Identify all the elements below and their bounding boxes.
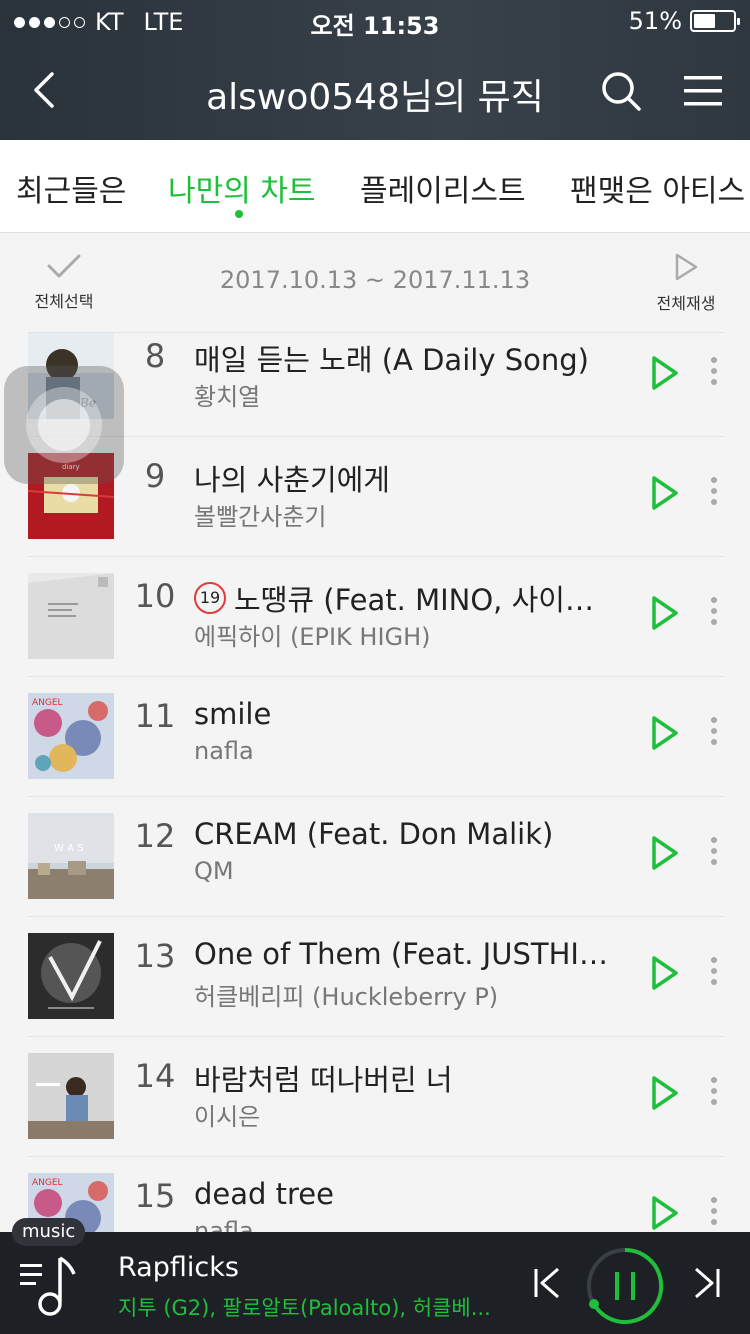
mini-player[interactable]: Rapflicks 지투 (G2), 팔로알토(Paloalto), 허클베..… <box>0 1232 750 1334</box>
more-options-icon[interactable] <box>708 1197 720 1229</box>
pause-button[interactable] <box>585 1246 665 1326</box>
list-item[interactable]: Be 8 매일 듣는 노래 (A Daily Song) 황치열 <box>28 333 724 437</box>
play-all-button[interactable]: 전체재생 <box>646 252 726 314</box>
header: alswo0548님의 뮤직 <box>0 40 750 140</box>
song-title: 19 노땡큐 (Feat. MINO, 사이먼... <box>194 577 614 619</box>
more-options-icon[interactable] <box>708 837 720 869</box>
artist-name: 이시은 <box>194 1103 261 1131</box>
rank-number: 10 <box>134 577 176 615</box>
song-title: 바람처럼 떠나버린 너 <box>194 1063 453 1097</box>
svg-text:ANGEL: ANGEL <box>32 1178 63 1188</box>
hamburger-menu-icon[interactable] <box>684 74 722 108</box>
play-icon[interactable] <box>650 595 680 631</box>
active-tab-indicator <box>235 210 243 218</box>
album-art[interactable]: ANGEL <box>28 693 114 779</box>
rank-number: 14 <box>134 1057 176 1095</box>
status-bar: KT LTE 오전 11:53 51% <box>0 0 750 40</box>
search-icon[interactable] <box>600 70 642 112</box>
music-note-playlist-icon[interactable] <box>18 1252 78 1316</box>
play-icon[interactable] <box>650 835 680 871</box>
rank-number: 11 <box>134 697 176 735</box>
artist-name: QM <box>194 857 234 885</box>
play-icon[interactable] <box>650 475 680 511</box>
artist-name: 에픽하이 (EPIK HIGH) <box>194 623 431 651</box>
song-title: One of Them (Feat. JUSTHIS... <box>194 937 614 971</box>
more-options-icon[interactable] <box>708 717 720 749</box>
play-icon[interactable] <box>650 355 680 391</box>
play-all-label: 전체재생 <box>656 294 716 313</box>
rank-number: 8 <box>144 337 166 375</box>
song-title: smile <box>194 697 272 731</box>
rank-number: 9 <box>144 457 166 495</box>
chart-toolbar: 전체선택 2017.10.13 ~ 2017.11.13 전체재생 <box>0 234 750 332</box>
now-playing-title: Rapflicks <box>118 1252 239 1283</box>
explicit-19-badge: 19 <box>194 582 226 614</box>
song-title: dead tree <box>194 1177 334 1211</box>
tab-my-chart[interactable]: 나만의 차트 <box>168 166 316 210</box>
artist-name: nafla <box>194 1217 254 1232</box>
svg-text:ANGEL: ANGEL <box>32 698 63 708</box>
rank-number: 15 <box>134 1177 176 1215</box>
song-list: Be 8 매일 듣는 노래 (A Daily Song) 황치열 diary 9… <box>28 332 724 1232</box>
list-item[interactable]: ANGEL 11 smile nafla <box>28 677 724 797</box>
now-playing-artist: 지투 (G2), 팔로알토(Paloalto), 허클베... <box>118 1296 491 1320</box>
play-icon[interactable] <box>650 715 680 751</box>
artist-name: 허클베리피 (Huckleberry P) <box>194 983 499 1011</box>
list-item[interactable]: ANGEL 15 dead tree nafla <box>28 1157 724 1232</box>
list-item[interactable]: 13 One of Them (Feat. JUSTHIS... 허클베리피 (… <box>28 917 724 1037</box>
play-icon[interactable] <box>650 955 680 991</box>
next-track-icon[interactable] <box>692 1266 722 1300</box>
more-options-icon[interactable] <box>708 597 720 629</box>
more-options-icon[interactable] <box>708 957 720 989</box>
rank-number: 13 <box>134 937 176 975</box>
more-options-icon[interactable] <box>708 477 720 509</box>
artist-name: nafla <box>194 737 254 765</box>
assistive-touch-button[interactable] <box>4 366 124 484</box>
song-title: 나의 사춘기에게 <box>194 463 390 497</box>
album-art[interactable] <box>28 573 114 659</box>
play-outline-icon <box>675 253 698 281</box>
song-title: 매일 듣는 노래 (A Daily Song) <box>194 343 589 377</box>
list-item[interactable]: 10 19 노땡큐 (Feat. MINO, 사이먼... 에픽하이 (EPIK… <box>28 557 724 677</box>
music-tag-badge: music <box>12 1218 86 1246</box>
artist-name: 황치열 <box>194 383 261 411</box>
artist-name: 볼빨간사춘기 <box>194 503 327 531</box>
list-item[interactable]: W A S 12 CREAM (Feat. Don Malik) QM <box>28 797 724 917</box>
play-icon[interactable] <box>650 1075 680 1111</box>
tab-playlist[interactable]: 플레이리스트 <box>360 166 526 210</box>
previous-track-icon[interactable] <box>532 1266 562 1300</box>
svg-text:W A S: W A S <box>54 843 83 854</box>
song-title: CREAM (Feat. Don Malik) <box>194 817 554 851</box>
tab-bar: 최근들은 나만의 차트 플레이리스트 팬맺은 아티스 <box>0 140 750 233</box>
date-range: 2017.10.13 ~ 2017.11.13 <box>219 266 531 294</box>
album-art[interactable] <box>28 1053 114 1139</box>
more-options-icon[interactable] <box>708 357 720 389</box>
top-bar: KT LTE 오전 11:53 51% alswo0548님의 뮤직 <box>0 0 750 140</box>
list-item[interactable]: 14 바람처럼 떠나버린 너 이시은 <box>28 1037 724 1157</box>
more-options-icon[interactable] <box>708 1077 720 1109</box>
tab-recent[interactable]: 최근들은 <box>16 166 126 210</box>
list-item[interactable]: diary 9 나의 사춘기에게 볼빨간사춘기 <box>28 437 724 557</box>
album-art[interactable]: W A S <box>28 813 114 899</box>
battery-percent: 51% <box>628 7 682 35</box>
play-icon[interactable] <box>650 1195 680 1231</box>
rank-number: 12 <box>134 817 176 855</box>
album-art[interactable] <box>28 933 114 1019</box>
tab-liked-artists[interactable]: 팬맺은 아티스 <box>570 166 745 210</box>
battery-icon <box>690 10 740 32</box>
